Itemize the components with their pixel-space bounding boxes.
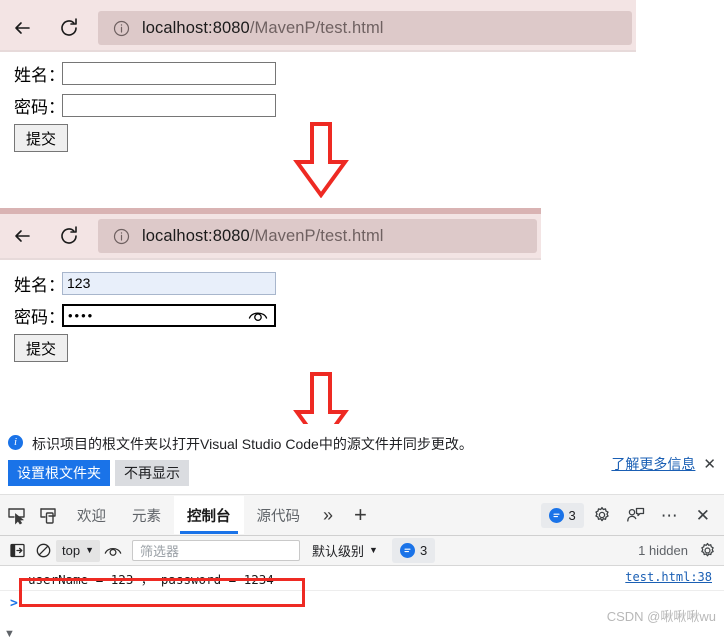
- console-toolbar: top ▼ 筛选器 默认级别 ▼ 3 1 hidden: [0, 536, 724, 566]
- message-count-badge[interactable]: 3: [540, 502, 584, 528]
- password-masked-value: ••••: [68, 307, 95, 323]
- tab-elements[interactable]: 元素: [119, 496, 174, 534]
- clear-console-icon[interactable]: [30, 539, 56, 563]
- infobar-buttons: 设置根文件夹 不再显示: [8, 460, 189, 486]
- message-count-value: 3: [568, 507, 576, 523]
- console-log-row[interactable]: userName = 123 ， password = 1234 test.ht…: [0, 566, 724, 591]
- tab-console-label: 控制台: [187, 508, 231, 525]
- browser-screenshot-after: localhost:8080/MavenP/test.html: [0, 208, 541, 260]
- browser-screenshot-before: localhost:8080/MavenP/test.html: [0, 0, 636, 52]
- dont-show-again-button[interactable]: 不再显示: [115, 460, 189, 486]
- address-bar[interactable]: localhost:8080/MavenP/test.html: [98, 11, 632, 45]
- message-bubble-icon: [548, 507, 564, 523]
- address-bar-url: localhost:8080/MavenP/test.html: [134, 227, 384, 246]
- name-row: 姓名：: [0, 58, 276, 88]
- submit-button[interactable]: 提交: [14, 334, 68, 362]
- name-row: 姓名： 123: [0, 268, 276, 298]
- device-toolbar-icon[interactable]: [32, 500, 64, 530]
- message-bubble-icon: [399, 543, 415, 558]
- browser-nav-row: localhost:8080/MavenP/test.html: [0, 214, 541, 258]
- login-form-empty: 姓名： 密码： 提交: [0, 58, 276, 152]
- tab-welcome-label: 欢迎: [77, 508, 106, 525]
- scroll-down-icon[interactable]: ▼: [4, 628, 15, 640]
- address-bar-path: /MavenP/test.html: [249, 18, 384, 37]
- name-input[interactable]: [62, 61, 276, 85]
- password-label: 密码：: [14, 97, 65, 117]
- devtools-close-icon[interactable]: ✕: [688, 507, 718, 524]
- address-bar-url: localhost:8080/MavenP/test.html: [134, 19, 384, 38]
- browser-nav-row: localhost:8080/MavenP/test.html: [0, 6, 636, 50]
- info-icon: i: [8, 435, 23, 450]
- reload-icon[interactable]: [46, 214, 92, 258]
- console-sidebar-icon[interactable]: [4, 539, 30, 563]
- chevron-down-icon: ▼: [85, 545, 94, 555]
- tabstrip-right-group: 3 ⋯ ✕: [540, 500, 724, 530]
- learn-more-link[interactable]: 了解更多信息: [611, 454, 695, 474]
- tab-sources[interactable]: 源代码: [244, 496, 314, 534]
- infobar-message-row: i 标识项目的根文件夹以打开Visual Studio Code中的源文件并同步…: [8, 434, 473, 454]
- devtools-infobar: i 标识项目的根文件夹以打开Visual Studio Code中的源文件并同步…: [0, 424, 724, 495]
- log-level-selector[interactable]: 默认级别 ▼: [306, 540, 384, 562]
- browser-bottom-divider: [0, 258, 541, 260]
- address-bar-host: localhost:8080: [142, 226, 250, 245]
- name-label: 姓名：: [14, 275, 65, 295]
- feedback-icon[interactable]: [620, 500, 652, 530]
- infobar-message: 标识项目的根文件夹以打开Visual Studio Code中的源文件并同步更改…: [32, 436, 473, 452]
- close-icon[interactable]: ✕: [703, 457, 716, 472]
- browser-bottom-divider: [0, 50, 636, 52]
- chevron-down-icon: ▼: [369, 545, 378, 555]
- set-root-folder-button[interactable]: 设置根文件夹: [8, 460, 110, 486]
- tab-elements-label: 元素: [132, 508, 161, 525]
- address-bar-path: /MavenP/test.html: [249, 226, 384, 245]
- password-row: 密码： ••••: [0, 300, 276, 330]
- back-arrow-icon[interactable]: [0, 6, 46, 50]
- execution-context-value: top: [62, 543, 81, 558]
- address-bar[interactable]: localhost:8080/MavenP/test.html: [98, 219, 537, 253]
- submit-button[interactable]: 提交: [14, 124, 68, 152]
- console-message-count-value: 3: [419, 543, 428, 558]
- address-bar-host: localhost:8080: [142, 18, 250, 37]
- name-input[interactable]: 123: [62, 271, 276, 295]
- tab-welcome[interactable]: 欢迎: [64, 496, 119, 534]
- back-arrow-icon[interactable]: [0, 214, 46, 258]
- watermark: CSDN @啾啾啾wu: [606, 609, 716, 624]
- tab-console[interactable]: 控制台: [174, 496, 244, 534]
- hidden-messages-count: 1 hidden: [638, 543, 688, 558]
- info-circle-icon[interactable]: [108, 20, 134, 37]
- add-tab-button[interactable]: +: [343, 495, 378, 535]
- password-input[interactable]: ••••: [62, 303, 276, 327]
- console-filter-input[interactable]: 筛选器: [132, 540, 300, 561]
- name-label: 姓名：: [14, 65, 65, 85]
- console-log-message: userName = 123 ， password = 1234: [28, 571, 274, 587]
- eye-icon[interactable]: [248, 308, 270, 322]
- password-row: 密码：: [0, 90, 276, 120]
- gear-icon[interactable]: [694, 539, 720, 563]
- reload-icon[interactable]: [46, 6, 92, 50]
- tab-sources-label: 源代码: [256, 508, 301, 525]
- gear-icon[interactable]: [586, 500, 618, 530]
- live-expression-icon[interactable]: [100, 539, 126, 563]
- info-circle-icon[interactable]: [108, 228, 134, 245]
- password-label: 密码：: [14, 307, 65, 327]
- inspect-element-icon[interactable]: [0, 500, 32, 530]
- login-form-filled: 姓名： 123 密码： •••• 提交: [0, 268, 276, 362]
- console-message-count-badge[interactable]: 3: [391, 538, 436, 563]
- password-input[interactable]: [62, 93, 276, 117]
- devtools-tabstrip: 欢迎 元素 控制台 源代码 » + 3 ⋯ ✕: [0, 495, 724, 536]
- console-prompt-caret: >: [10, 595, 18, 611]
- console-log-source-link[interactable]: test.html:38: [625, 570, 712, 584]
- red-down-arrow-1: [292, 122, 350, 203]
- log-level-value: 默认级别: [312, 544, 365, 559]
- infobar-right-group: 了解更多信息 ✕: [611, 454, 716, 474]
- more-options-icon[interactable]: ⋯: [654, 507, 686, 524]
- more-tabs-icon[interactable]: »: [313, 495, 343, 535]
- execution-context-selector[interactable]: top ▼: [56, 539, 100, 562]
